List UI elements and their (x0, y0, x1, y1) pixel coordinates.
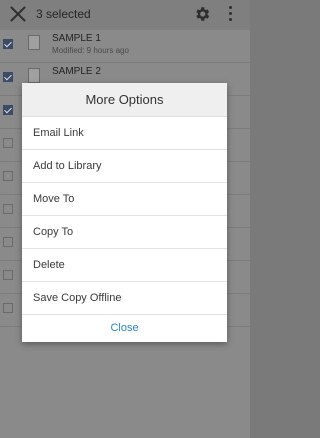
document-icon (28, 68, 40, 83)
option-delete[interactable]: Delete (22, 249, 227, 282)
checkbox-icon[interactable] (3, 171, 13, 181)
item-subtitle: Modified: 9 hours ago (52, 46, 129, 55)
dialog-header: More Options (22, 83, 227, 117)
item-title: SAMPLE 1 (52, 33, 101, 44)
list-item[interactable]: SAMPLE 1 Modified: 9 hours ago (0, 30, 250, 63)
checkbox-icon[interactable] (3, 72, 13, 82)
option-move-to[interactable]: Move To (22, 183, 227, 216)
checkbox-icon[interactable] (3, 204, 13, 214)
selection-toolbar: 3 selected (0, 0, 250, 30)
checkbox-icon[interactable] (3, 105, 13, 115)
checkbox-icon[interactable] (3, 138, 13, 148)
close-icon[interactable] (9, 5, 27, 23)
gear-icon[interactable] (193, 5, 211, 23)
checkbox-icon[interactable] (3, 39, 13, 49)
close-button[interactable]: Close (22, 315, 227, 341)
selected-count: 3 selected (36, 7, 91, 21)
overflow-menu-icon[interactable] (229, 6, 233, 22)
option-copy-to[interactable]: Copy To (22, 216, 227, 249)
document-icon (28, 35, 40, 50)
checkbox-icon[interactable] (3, 303, 13, 313)
option-add-to-library[interactable]: Add to Library (22, 150, 227, 183)
option-save-copy-offline[interactable]: Save Copy Offline (22, 282, 227, 315)
option-email-link[interactable]: Email Link (22, 117, 227, 150)
more-options-dialog: More Options Email Link Add to Library M… (22, 83, 227, 342)
checkbox-icon[interactable] (3, 270, 13, 280)
item-title: SAMPLE 2 (52, 66, 101, 77)
dialog-title: More Options (85, 92, 164, 107)
checkbox-icon[interactable] (3, 237, 13, 247)
